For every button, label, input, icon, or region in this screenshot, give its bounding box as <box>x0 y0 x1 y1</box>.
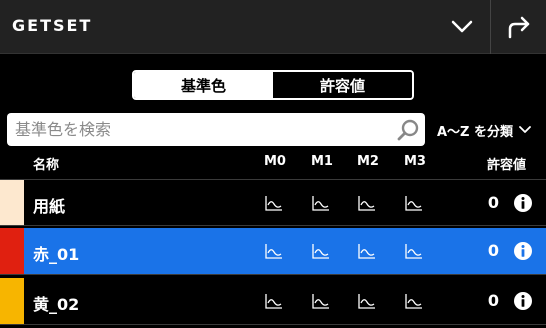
column-header-m2: M2 <box>357 154 379 169</box>
mode-segmented-control: 基準色 許容値 <box>132 70 414 100</box>
color-swatch <box>0 180 24 225</box>
column-header-m1: M1 <box>311 154 333 169</box>
info-icon[interactable] <box>513 241 533 261</box>
search-icon[interactable] <box>397 118 421 142</box>
spectral-curve-icon[interactable] <box>358 195 376 211</box>
chevron-down-icon <box>451 20 473 33</box>
tab-reference-color[interactable]: 基準色 <box>134 72 273 98</box>
search-box <box>7 113 425 146</box>
spectral-curve-icon[interactable] <box>265 243 283 259</box>
sort-dropdown[interactable]: A〜Z を分類 <box>437 120 531 140</box>
table-row[interactable]: 赤_01 0 <box>0 228 546 275</box>
share-forward-icon <box>508 16 529 39</box>
app-title: GETSET <box>12 16 93 35</box>
chevron-down-icon <box>519 126 531 133</box>
spectral-curve-icon[interactable] <box>312 293 330 309</box>
tolerance-value: 0 <box>487 241 499 260</box>
spectral-curve-icon[interactable] <box>265 195 283 211</box>
spectral-curve-icon[interactable] <box>312 195 330 211</box>
spectral-curve-icon[interactable] <box>358 293 376 309</box>
search-input[interactable] <box>7 113 387 146</box>
sort-label: A〜Z を分類 <box>437 124 514 140</box>
table-row[interactable]: 黄_02 0 <box>0 278 546 325</box>
table-row[interactable]: 用紙 0 <box>0 179 546 226</box>
color-swatch <box>0 228 24 274</box>
share-button[interactable] <box>490 0 546 54</box>
column-header-name: 名称 <box>33 158 60 173</box>
color-swatch <box>0 278 24 324</box>
collapse-button[interactable] <box>434 0 490 54</box>
spectral-curve-icon[interactable] <box>265 293 283 309</box>
row-name: 黄_02 <box>33 295 80 314</box>
row-name: 用紙 <box>33 197 66 216</box>
row-name: 赤_01 <box>33 245 80 264</box>
info-icon[interactable] <box>513 291 533 311</box>
column-header-m3: M3 <box>404 154 426 169</box>
tolerance-value: 0 <box>487 291 499 310</box>
spectral-curve-icon[interactable] <box>405 243 423 259</box>
spectral-curve-icon[interactable] <box>358 243 376 259</box>
spectral-curve-icon[interactable] <box>405 195 423 211</box>
column-header-m0: M0 <box>264 154 286 169</box>
info-icon[interactable] <box>513 193 533 213</box>
spectral-curve-icon[interactable] <box>312 243 330 259</box>
tolerance-value: 0 <box>487 193 499 212</box>
spectral-curve-icon[interactable] <box>405 293 423 309</box>
tab-tolerance[interactable]: 許容値 <box>273 72 412 98</box>
app-header: GETSET <box>0 0 546 54</box>
column-header-tolerance: 許容値 <box>487 158 527 173</box>
